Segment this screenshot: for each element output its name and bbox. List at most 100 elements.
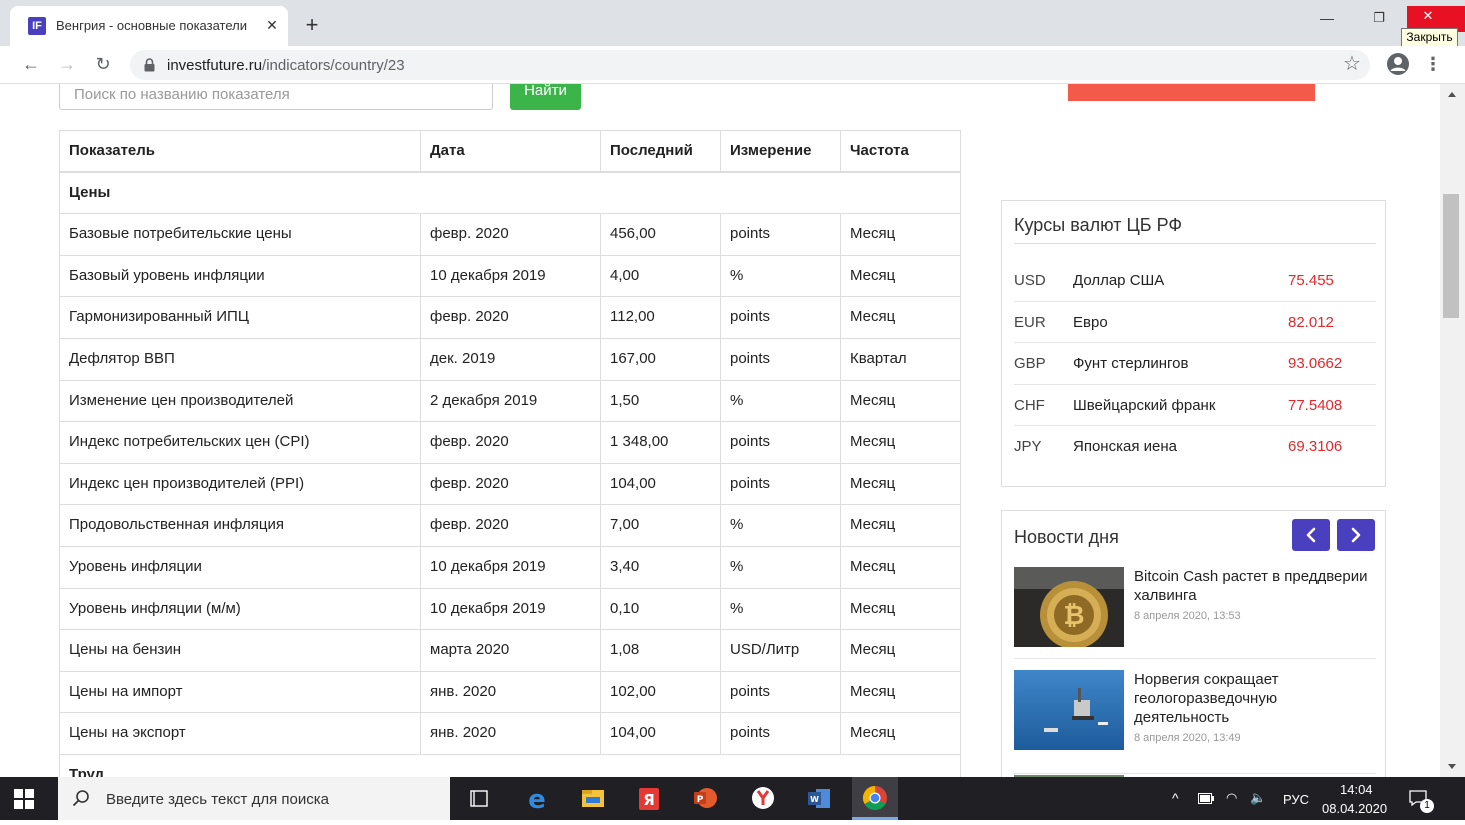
table-row[interactable]: Продовольственная инфляция февр. 2020 7,… — [60, 505, 960, 547]
battery-icon[interactable] — [1198, 793, 1214, 804]
windows-start-icon[interactable] — [14, 789, 34, 809]
indicator-name[interactable]: Изменение цен производителей — [60, 381, 420, 422]
indicator-frequency: Месяц — [840, 505, 962, 546]
taskbar-search-placeholder: Введите здесь текст для поиска — [106, 791, 329, 808]
indicator-name[interactable]: Дефлятор ВВП — [60, 339, 420, 380]
indicator-name[interactable]: Цены на бензин — [60, 630, 420, 671]
scrollbar-thumb[interactable] — [1443, 194, 1459, 318]
indicator-frequency: Месяц — [840, 671, 962, 713]
rate-name: Доллар США — [1073, 272, 1165, 289]
column-header[interactable]: Показатель — [60, 131, 420, 171]
indicator-value: 4,00 — [600, 255, 720, 297]
indicator-name[interactable]: Базовые потребительские цены — [60, 214, 420, 255]
indicator-frequency: Месяц — [840, 463, 962, 505]
news-item[interactable]: Норвегия сокращает геологоразведочную де… — [1014, 670, 1376, 760]
volume-icon[interactable]: 🔈 — [1250, 790, 1266, 806]
browser-tab[interactable]: IF Венгрия - основные показатели ✕ — [10, 6, 288, 46]
indicator-name[interactable]: Уровень инфляции (м/м) — [60, 589, 420, 630]
page-viewport: Поиск по названию показателя Найти Показ… — [0, 84, 1440, 777]
rate-name: Фунт стерлингов — [1073, 355, 1189, 372]
browser-menu-icon[interactable]: ⋮ — [1424, 52, 1442, 76]
search-button[interactable]: Найти — [510, 84, 581, 110]
indicator-name[interactable]: Индекс потребительских цен (CPI) — [60, 422, 420, 463]
input-language[interactable]: РУС — [1283, 792, 1309, 807]
taskbar-edge-button[interactable]: e — [514, 777, 560, 820]
task-view-button[interactable] — [456, 777, 502, 820]
window-minimize-button[interactable]: — — [1312, 10, 1342, 30]
reload-icon[interactable]: ↻ — [90, 51, 116, 77]
taskbar-powerpoint-button[interactable]: P — [682, 777, 728, 820]
tray-chevron-up-icon[interactable]: ^ — [1172, 790, 1179, 806]
page-scrollbar[interactable] — [1440, 84, 1465, 777]
indicator-name[interactable]: Уровень инфляции — [60, 547, 420, 588]
taskbar-search-box[interactable]: Введите здесь текст для поиска — [58, 777, 450, 820]
indicator-frequency: Месяц — [840, 630, 962, 671]
table-row[interactable]: Базовые потребительские цены февр. 2020 … — [60, 214, 960, 256]
clock-date[interactable]: 08.04.2020 — [1322, 801, 1387, 816]
lock-icon — [144, 58, 155, 72]
indicator-name[interactable]: Индекс цен производителей (PPI) — [60, 464, 420, 505]
indicator-value: 1,08 — [600, 630, 720, 671]
table-row[interactable]: Дефлятор ВВП дек. 2019 167,00 points Ква… — [60, 338, 962, 381]
wifi-icon[interactable]: ◠ — [1226, 790, 1237, 806]
bookmark-star-icon[interactable]: ☆ — [1340, 52, 1364, 76]
address-bar[interactable]: investfuture.ru/indicators/country/23 — [130, 50, 1370, 80]
table-row[interactable]: Индекс потребительских цен (CPI) февр. 2… — [60, 422, 960, 464]
clock-time[interactable]: 14:04 — [1340, 782, 1373, 797]
rate-value: 82.012 — [1288, 313, 1334, 331]
indicator-frequency: Квартал — [840, 338, 962, 380]
column-header[interactable]: Измерение — [720, 131, 840, 171]
column-header[interactable]: Дата — [420, 131, 600, 171]
widget-divider — [1014, 243, 1376, 244]
bitcoin-thumbnail-image: ₿ — [1014, 567, 1124, 647]
indicator-name[interactable]: Цены на импорт — [60, 672, 420, 713]
tab-title: Венгрия - основные показатели — [56, 18, 248, 33]
taskbar-yandex-button[interactable]: Я — [626, 777, 672, 820]
table-row[interactable]: Цены на бензин марта 2020 1,08 USD/Литр … — [60, 630, 960, 672]
indicator-value: 102,00 — [600, 671, 720, 713]
indicator-name[interactable]: Базовый уровень инфляции — [60, 256, 420, 297]
forward-arrow-icon[interactable]: → — [54, 51, 80, 77]
news-title[interactable]: Норвегия сокращает геологоразведочную де… — [1134, 670, 1374, 727]
indicator-name[interactable]: Гармонизированный ИПЦ — [60, 297, 420, 338]
table-row[interactable]: Изменение цен производителей 2 декабря 2… — [60, 380, 960, 423]
table-row[interactable]: Уровень инфляции (м/м) 10 декабря 2019 0… — [60, 588, 960, 631]
table-row[interactable]: Индекс цен производителей (PPI) февр. 20… — [60, 463, 962, 506]
indicator-name[interactable]: Продовольственная инфляция — [60, 505, 420, 546]
powerpoint-icon: P — [694, 788, 717, 808]
taskbar-explorer-button[interactable] — [570, 777, 616, 820]
table-row[interactable]: Цены на экспорт янв. 2020 104,00 points … — [60, 713, 960, 755]
taskbar-yandex-browser-button[interactable] — [740, 777, 786, 820]
news-prev-button[interactable] — [1292, 519, 1330, 551]
indicator-unit: points — [720, 671, 840, 713]
news-item[interactable]: ₿ Bitcoin Cash растет в преддверии халви… — [1014, 567, 1376, 657]
indicator-name[interactable]: Цены на экспорт — [60, 713, 420, 754]
chevron-right-icon — [1351, 527, 1361, 543]
svg-text:P: P — [697, 795, 704, 805]
scroll-up-arrow-icon[interactable] — [1448, 92, 1456, 97]
indicator-search-input[interactable]: Поиск по названию показателя — [59, 84, 493, 110]
new-tab-button[interactable]: + — [298, 11, 326, 39]
rate-value: 77.5408 — [1288, 396, 1343, 414]
account-icon[interactable] — [1386, 52, 1410, 76]
back-arrow-icon[interactable]: ← — [18, 51, 44, 77]
tab-close-icon[interactable]: ✕ — [262, 15, 282, 35]
news-next-button[interactable] — [1337, 519, 1375, 551]
indicator-date: февр. 2020 — [420, 214, 600, 255]
table-row[interactable]: Цены на импорт янв. 2020 102,00 points М… — [60, 671, 962, 714]
taskbar-chrome-button[interactable] — [852, 777, 898, 820]
taskbar-word-button[interactable]: W — [796, 777, 842, 820]
indicator-unit: points — [720, 297, 840, 338]
window-restore-button[interactable]: ❐ — [1364, 10, 1394, 30]
table-row[interactable]: Уровень инфляции 10 декабря 2019 3,40 % … — [60, 546, 960, 589]
ad-banner[interactable] — [1068, 84, 1315, 101]
scroll-down-arrow-icon[interactable] — [1448, 764, 1456, 769]
column-header[interactable]: Последний — [600, 131, 720, 171]
news-widget: Новости дня ₿ Bitcoin Cash растет в пред… — [1001, 510, 1386, 777]
table-row[interactable]: Гармонизированный ИПЦ февр. 2020 112,00 … — [60, 297, 960, 339]
news-title[interactable]: Bitcoin Cash растет в преддверии халвинг… — [1134, 567, 1374, 605]
table-row[interactable]: Базовый уровень инфляции 10 декабря 2019… — [60, 255, 960, 298]
column-header[interactable]: Частота — [840, 131, 962, 171]
search-icon — [72, 790, 89, 807]
table-header-row: Показатель Дата Последний Измерение Част… — [60, 131, 960, 173]
